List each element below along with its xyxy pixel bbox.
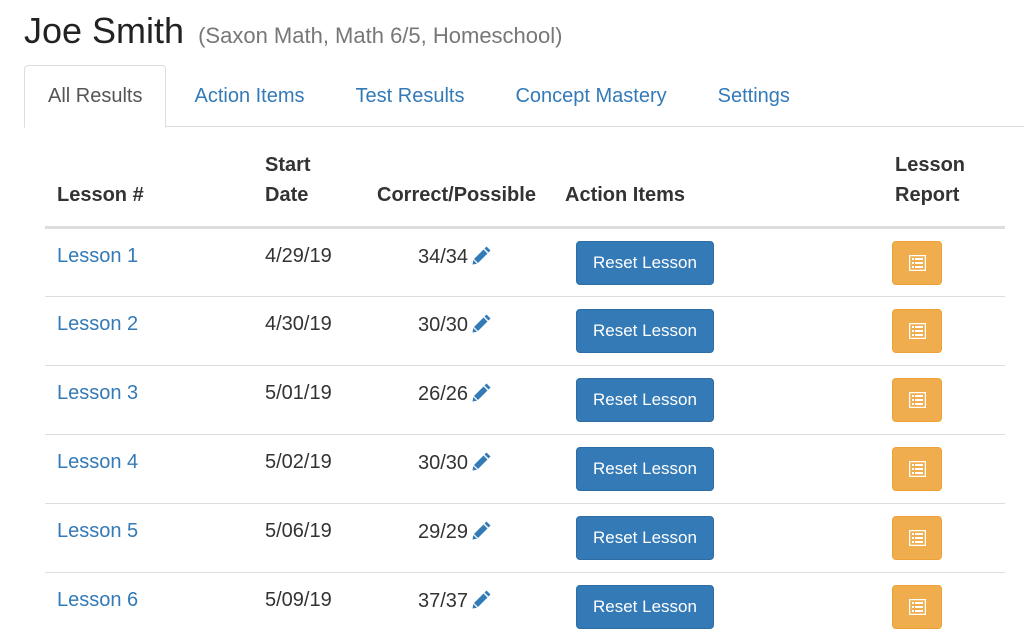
start-date-cell: 5/09/19 [253,572,365,642]
action-cell: Reset Lesson [553,503,853,573]
list-alt-icon [909,323,926,339]
results-table: Lesson # Start Date Correct/Possible Acti… [45,150,1005,642]
header-start-date: Start Date [253,150,365,229]
header-start-line2: Date [265,184,309,206]
report-cell [853,503,1005,573]
action-cell: Reset Lesson [553,228,853,297]
action-cell: Reset Lesson [553,296,853,366]
pencil-icon[interactable] [472,245,492,265]
header-report-line1: Lesson [895,154,966,176]
reset-lesson-button[interactable]: Reset Lesson [576,241,714,285]
score-cell: 26/26 [365,365,553,435]
score-cell: 30/30 [365,296,553,366]
lesson-report-button[interactable] [892,241,942,285]
tab-settings[interactable]: Settings [695,65,813,127]
table-row: Lesson 1 4/29/19 34/34 Reset Lesson [45,228,1005,297]
tab-concept-mastery[interactable]: Concept Mastery [492,65,689,127]
start-date-cell: 5/01/19 [253,365,365,435]
pencil-icon[interactable] [472,451,492,471]
report-cell [853,228,1005,297]
lesson-cell: Lesson 3 [45,365,253,435]
student-name: Joe Smith [24,10,185,51]
lesson-cell: Lesson 4 [45,434,253,504]
list-alt-icon [909,530,926,546]
lesson-report-button[interactable] [892,309,942,353]
reset-lesson-button[interactable]: Reset Lesson [576,516,714,560]
table-row: Lesson 5 5/06/19 29/29 Reset Lesson [45,503,1005,573]
header-start-line1: Start [265,154,311,176]
action-cell: Reset Lesson [553,572,853,642]
lesson-cell: Lesson 1 [45,228,253,297]
header-lesson-report: Lesson Report [853,150,1005,229]
reset-lesson-button[interactable]: Reset Lesson [576,378,714,422]
lesson-report-button[interactable] [892,447,942,491]
lesson-cell: Lesson 6 [45,572,253,642]
list-alt-icon [909,255,926,271]
score-value: 30/30 [417,452,469,474]
start-date-cell: 5/02/19 [253,434,365,504]
pencil-icon[interactable] [472,520,492,540]
tab-test-results[interactable]: Test Results [333,65,488,127]
lesson-cell: Lesson 2 [45,296,253,366]
list-alt-icon [909,392,926,408]
lesson-link[interactable]: Lesson 5 [57,520,138,542]
header-action-items: Action Items [553,150,853,229]
score-cell: 34/34 [365,228,553,297]
start-date-cell: 4/29/19 [265,245,332,267]
tab-bar: All Results Action Items Test Results Co… [24,65,1024,128]
report-cell [853,296,1005,366]
score-cell: 29/29 [365,503,553,573]
score-value: 34/34 [417,246,469,268]
action-cell: Reset Lesson [553,434,853,504]
table-header-row: Lesson # Start Date Correct/Possible Acti… [45,150,1005,229]
table-row: Lesson 4 5/02/19 30/30 Reset Lesson [45,434,1005,504]
page-title: Joe Smith (Saxon Math, Math 6/5, Homesch… [24,10,562,52]
table-row: Lesson 6 5/09/19 37/37 Reset Lesson [45,572,1005,642]
lesson-cell: Lesson 5 [45,503,253,573]
report-cell [853,365,1005,435]
list-alt-icon [909,599,926,615]
reset-lesson-button[interactable]: Reset Lesson [576,585,714,629]
lesson-link[interactable]: Lesson 6 [57,589,138,611]
score-cell: 30/30 [365,434,553,504]
lesson-report-button[interactable] [892,585,942,629]
tab-all-results[interactable]: All Results [24,65,167,128]
score-value: 29/29 [417,521,469,543]
lesson-link[interactable]: Lesson 4 [57,451,138,473]
score-value: 30/30 [417,314,469,336]
start-date-cell: 5/06/19 [253,503,365,573]
header-report-line2: Report [895,184,960,206]
pencil-icon[interactable] [472,313,492,333]
report-cell [853,572,1005,642]
pencil-icon[interactable] [472,382,492,402]
reset-lesson-button[interactable]: Reset Lesson [576,447,714,491]
score-cell: 37/37 [365,572,553,642]
report-cell [853,434,1005,504]
table-row: Lesson 3 5/01/19 26/26 Reset Lesson [45,365,1005,435]
lesson-report-button[interactable] [892,378,942,422]
lesson-link[interactable]: Lesson 1 [57,245,138,267]
score-value: 37/37 [417,590,469,612]
list-alt-icon [909,461,926,477]
lesson-report-button[interactable] [892,516,942,560]
course-info: (Saxon Math, Math 6/5, Homeschool) [198,23,563,48]
action-cell: Reset Lesson [553,365,853,435]
table-row: Lesson 2 4/30/19 30/30 Reset Lesson [45,296,1005,366]
tab-action-items[interactable]: Action Items [171,65,327,127]
header-lesson: Lesson # [45,150,253,229]
lesson-link[interactable]: Lesson 3 [57,382,138,404]
lesson-link[interactable]: Lesson 2 [57,313,138,335]
header-correct-possible: Correct/Possible [365,150,553,229]
score-value: 26/26 [417,383,469,405]
reset-lesson-button[interactable]: Reset Lesson [576,309,714,353]
pencil-icon[interactable] [472,589,492,609]
start-date-cell: 4/30/19 [253,296,365,366]
